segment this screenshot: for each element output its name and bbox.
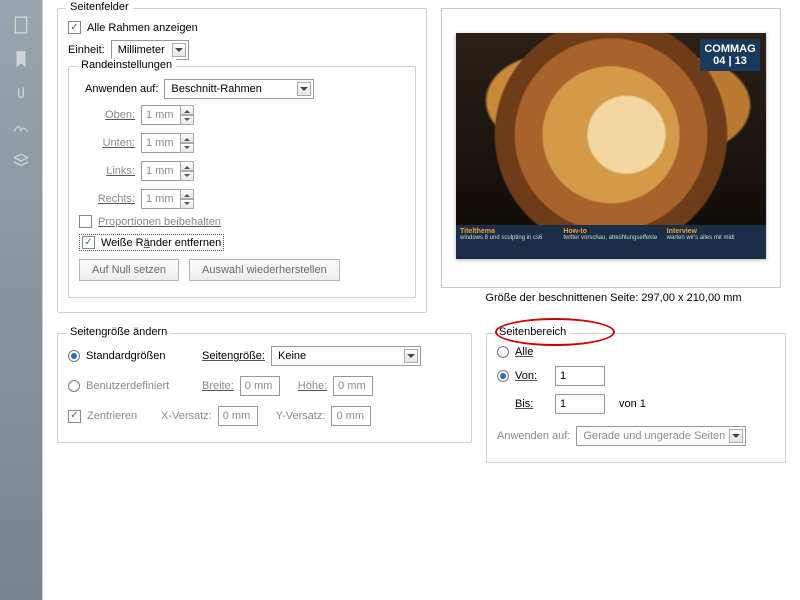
bookmark-icon	[12, 50, 30, 68]
oben-label: Oben:	[85, 109, 141, 121]
sb-anwenden-select[interactable]: Gerade und ungerade Seiten	[576, 426, 746, 446]
zentrieren-checkbox[interactable]	[68, 410, 81, 423]
rechts-label: Rechts:	[85, 193, 141, 205]
standardgroessen-label: Standardgrößen	[86, 350, 196, 362]
xversatz-input[interactable]: 0 mm	[218, 406, 258, 426]
signature-icon	[12, 118, 30, 136]
yversatz-input[interactable]: 0 mm	[331, 406, 371, 426]
spin-down-icon[interactable]	[180, 115, 194, 125]
seitengroesse-group: Seitengröße ändern Standardgrößen Seiten…	[57, 333, 472, 443]
alle-rahmen-checkbox[interactable]	[68, 21, 81, 34]
bis-label: Bis:	[515, 398, 549, 410]
links-input[interactable]: 1 mm	[141, 161, 181, 181]
anwenden-select[interactable]: Beschnitt-Rahmen	[164, 79, 314, 99]
crop-dialog: Seitenfelder Alle Rahmen anzeigen Einhei…	[42, 0, 800, 600]
weisse-raender-label: Weiße Ränder entfernen	[101, 237, 221, 249]
oben-input[interactable]: 1 mm	[141, 105, 181, 125]
von-radio[interactable]	[497, 370, 509, 382]
alle-rahmen-label: Alle Rahmen anzeigen	[87, 22, 198, 34]
von-n-label: von 1	[619, 398, 646, 410]
hoehe-label: Höhe:	[298, 380, 327, 392]
sg-legend: Seitengröße ändern	[66, 326, 171, 338]
sb-anwenden-label: Anwenden auf:	[497, 430, 570, 442]
seitengroesse-select[interactable]: Keine	[271, 346, 421, 366]
attachment-icon	[12, 84, 30, 102]
spin-down-icon[interactable]	[180, 199, 194, 209]
preview-caption: Größe der beschnittenen Seite: 297,00 x …	[441, 292, 786, 304]
seitengroesse-value: Keine	[278, 350, 306, 362]
randeinstellungen-group: Randeinstellungen Anwenden auf: Beschnit…	[68, 66, 416, 298]
proportionen-checkbox[interactable]	[79, 215, 92, 228]
auf-null-button[interactable]: Auf Null setzen	[79, 259, 179, 281]
einheit-value: Millimeter	[118, 44, 165, 56]
spin-up-icon[interactable]	[180, 189, 194, 199]
commag-badge: COMMAG04 | 13	[700, 39, 760, 71]
preview-footer: Titelthemawindows 8 und sculpting in cs6…	[456, 225, 766, 259]
rechts-input[interactable]: 1 mm	[141, 189, 181, 209]
seitenfelder-legend: Seitenfelder	[66, 1, 133, 13]
page-preview: COMMAG04 | 13 Titelthemawindows 8 und sc…	[441, 8, 781, 288]
hoehe-input[interactable]: 0 mm	[333, 376, 373, 396]
von-input[interactable]: 1	[555, 366, 605, 386]
spin-up-icon[interactable]	[180, 133, 194, 143]
breite-label: Breite:	[202, 380, 234, 392]
spin-down-icon[interactable]	[180, 171, 194, 181]
alle-radio[interactable]	[497, 346, 509, 358]
alle-label: Alle	[515, 346, 533, 358]
spin-up-icon[interactable]	[180, 105, 194, 115]
proportionen-label: Proportionen beibehalten	[98, 216, 221, 228]
spin-down-icon[interactable]	[180, 143, 194, 153]
einheit-select[interactable]: Millimeter	[111, 40, 189, 60]
links-label: Links:	[85, 165, 141, 177]
einheit-label: Einheit:	[68, 44, 105, 56]
unten-input[interactable]: 1 mm	[141, 133, 181, 153]
bis-input[interactable]: 1	[555, 394, 605, 414]
standardgroessen-radio[interactable]	[68, 350, 80, 362]
benutzerdef-radio[interactable]	[68, 380, 80, 392]
von-label: Von:	[515, 370, 549, 382]
dropdown-arrow-icon	[404, 349, 418, 363]
spin-up-icon[interactable]	[180, 161, 194, 171]
sb-anwenden-value: Gerade und ungerade Seiten	[583, 430, 725, 442]
dropdown-arrow-icon	[172, 43, 186, 57]
anwenden-label: Anwenden auf:	[85, 83, 158, 95]
seitenfelder-group: Seitenfelder Alle Rahmen anzeigen Einhei…	[57, 8, 427, 313]
unten-label: Unten:	[85, 137, 141, 149]
anwenden-value: Beschnitt-Rahmen	[171, 83, 262, 95]
xversatz-label: X-Versatz:	[161, 410, 212, 422]
dropdown-arrow-icon	[297, 82, 311, 96]
sidebar-strip	[0, 0, 42, 600]
rand-legend: Randeinstellungen	[77, 59, 176, 71]
page-icon	[12, 16, 30, 34]
breite-input[interactable]: 0 mm	[240, 376, 280, 396]
seitenbereich-group: Seitenbereich Alle Von: 1 Bis: 1 von 1 A…	[486, 333, 786, 463]
dropdown-arrow-icon	[729, 429, 743, 443]
auswahl-wiederherstellen-button[interactable]: Auswahl wiederherstellen	[189, 259, 340, 281]
layers-icon	[12, 152, 30, 170]
sb-legend: Seitenbereich	[495, 326, 570, 338]
yversatz-label: Y-Versatz:	[276, 410, 326, 422]
weisse-raender-checkbox[interactable]	[82, 236, 95, 249]
seitengroesse-label: Seitengröße:	[202, 350, 265, 362]
benutzerdef-label: Benutzerdefiniert	[86, 380, 196, 392]
zentrieren-label: Zentrieren	[87, 410, 155, 422]
